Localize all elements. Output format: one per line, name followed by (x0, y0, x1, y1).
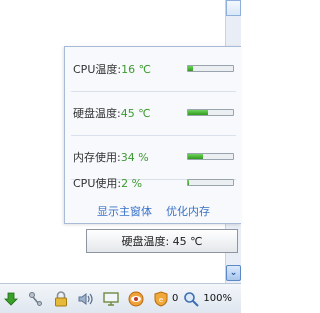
scroll-down-button[interactable]: ⌄ (226, 265, 241, 281)
monitor-icon[interactable] (102, 290, 120, 308)
disk-temperature-value: 45 ℃ (120, 107, 151, 120)
cpu-usage-label: CPU使用: (73, 177, 122, 190)
volume-icon[interactable] (77, 290, 95, 308)
memory-usage-bar (187, 153, 234, 160)
disk-temperature-bar (187, 109, 234, 116)
zoom-level[interactable]: 100% (203, 293, 232, 304)
cpu-temperature-bar (187, 65, 234, 72)
magnifier-icon[interactable] (182, 290, 200, 308)
popup-links: 显示主窗体 优化内存 (65, 203, 242, 223)
cpu-temperature-value: 16 ℃ (121, 63, 151, 76)
system-monitor-popup: CPU温度:16 ℃ 硬盘温度:45 ℃ 内存使用:34 % CPU使用:2 %… (64, 46, 241, 224)
green-download-arrow-icon[interactable] (2, 290, 20, 308)
svg-text:e: e (159, 296, 163, 304)
shield-count: 0 (172, 293, 179, 304)
disk-temperature-label: 硬盘温度: (73, 107, 121, 120)
show-main-window-link[interactable]: 显示主窗体 (97, 203, 152, 223)
system-tray: e 0 100% (0, 283, 241, 313)
cpu-usage-row: CPU使用:2 % (65, 161, 242, 205)
cpu-temperature-row: CPU温度:16 ℃ (65, 47, 242, 91)
chevron-down-icon: ⌄ (229, 268, 238, 278)
cpu-usage-value: 2 % (121, 177, 143, 190)
optimize-memory-link[interactable]: 优化内存 (166, 203, 210, 223)
disk-temperature-tooltip: 硬盘温度: 45 ℃ (86, 229, 238, 253)
cpu-usage-bar (187, 179, 234, 186)
shield-icon[interactable]: e (152, 290, 170, 308)
cpu-temperature-label: CPU温度: (73, 63, 122, 76)
lock-icon[interactable] (52, 290, 70, 308)
scroll-up-button[interactable] (226, 0, 241, 16)
disk-temperature-row: 硬盘温度:45 ℃ (65, 91, 242, 135)
network-icon[interactable] (27, 290, 45, 308)
eye-icon[interactable] (127, 290, 145, 308)
